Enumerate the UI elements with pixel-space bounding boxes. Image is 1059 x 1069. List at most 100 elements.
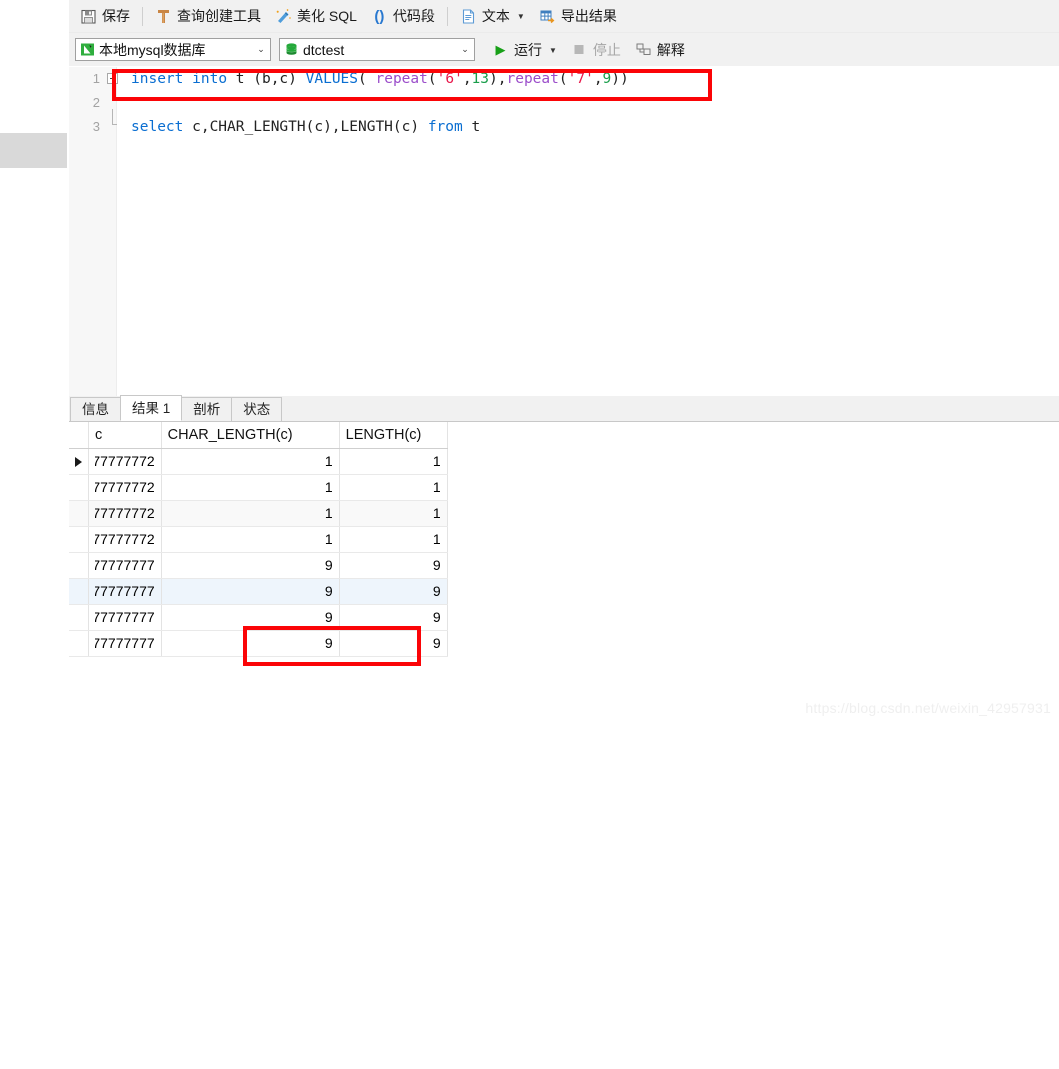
cell-c[interactable]: 777777777: [88, 630, 162, 657]
str-literal-7: '7': [567, 71, 594, 87]
cell-char-length[interactable]: 9: [161, 604, 340, 631]
column-header-c[interactable]: c: [88, 422, 162, 449]
code-snippet-button[interactable]: () 代码段: [364, 4, 442, 29]
left-rail-block: [0, 133, 67, 168]
cell-c[interactable]: 777777777: [88, 604, 162, 631]
chevron-down-icon[interactable]: ⌄: [456, 45, 474, 55]
row-marker: [69, 526, 89, 553]
schema-select[interactable]: dtctest ⌄: [279, 38, 475, 61]
cell-length[interactable]: 9: [339, 630, 448, 657]
query-builder-label: 查询创建工具: [177, 8, 261, 24]
cell-c[interactable]: 77777777772: [88, 500, 162, 527]
code-line-1-text: insert into t (b,c) VALUES( repeat('6',1…: [131, 71, 629, 87]
from-table: t: [462, 119, 481, 135]
table-row[interactable]: 777777777 9 9: [69, 578, 448, 605]
code-line-2: 2: [69, 91, 1059, 125]
cell-length[interactable]: 1: [339, 526, 448, 553]
num-9: 9: [602, 71, 612, 87]
explain-label: 解释: [656, 41, 685, 58]
schema-value: dtctest: [303, 41, 345, 58]
table-row[interactable]: 77777777772 1 1: [69, 500, 448, 527]
beautify-icon: [275, 8, 292, 25]
table-ref: t (b,c): [227, 71, 306, 87]
sql-editor[interactable]: 1 insert into t (b,c) VALUES( repeat('6'…: [69, 66, 1059, 397]
text-button[interactable]: 文本 ▼: [453, 4, 532, 29]
cell-length[interactable]: 9: [339, 552, 448, 579]
code-line-3: 3 select c,CHAR_LENGTH(c),LENGTH(c) from…: [69, 115, 1059, 139]
toolbar-separator-2: [446, 6, 448, 26]
save-button[interactable]: 保存: [73, 4, 137, 29]
stop-label: 停止: [592, 41, 621, 58]
chevron-down-icon[interactable]: ▼: [549, 46, 557, 55]
current-row-icon: [75, 457, 82, 468]
cell-char-length[interactable]: 1: [161, 448, 340, 475]
editor-code-area[interactable]: 1 insert into t (b,c) VALUES( repeat('6'…: [69, 67, 1059, 397]
cell-length[interactable]: 9: [339, 578, 448, 605]
table-row[interactable]: 77777777772 1 1: [69, 474, 448, 501]
cell-char-length[interactable]: 1: [161, 500, 340, 527]
str-literal-6: '6': [436, 71, 463, 87]
cell-c[interactable]: 777777777: [88, 578, 162, 605]
results-tabstrip: 信息 结果 1 剖析 状态: [69, 395, 1059, 422]
table-row[interactable]: 77777777772 1 1: [69, 526, 448, 553]
column-header-length[interactable]: LENGTH(c): [339, 422, 448, 449]
cell-c[interactable]: 777777777: [88, 552, 162, 579]
line-number: 2: [92, 95, 100, 110]
tab-info[interactable]: 信息: [70, 397, 121, 421]
beautify-sql-label: 美化 SQL: [297, 8, 357, 24]
kw-select: select: [131, 119, 184, 135]
explain-button[interactable]: 解释: [628, 37, 692, 62]
cell-length[interactable]: 1: [339, 500, 448, 527]
table-body: 77777777772 1 1 77777777772 1 1 77777777…: [69, 448, 448, 657]
fn-repeat-2: repeat: [506, 71, 559, 87]
chevron-down-icon[interactable]: ⌄: [252, 45, 270, 55]
results-table: c CHAR_LENGTH(c) LENGTH(c) 77777777772 1…: [69, 422, 448, 657]
left-rail: [0, 0, 70, 730]
cell-char-length[interactable]: 9: [161, 552, 340, 579]
code-fold-toggle[interactable]: [107, 73, 118, 84]
row-marker: [69, 604, 89, 631]
row-marker-current: [69, 448, 89, 475]
code-snippet-label: 代码段: [392, 8, 435, 24]
code-line-3-text: select c,CHAR_LENGTH(c),LENGTH(c) from t: [131, 115, 480, 139]
cell-length[interactable]: 1: [339, 448, 448, 475]
table-row[interactable]: 777777777 9 9: [69, 552, 448, 579]
fn-repeat-1: repeat: [375, 71, 428, 87]
text-label: 文本: [481, 8, 510, 24]
sql-editor-app: 保存 查询创建工具 美化 SQL () 代码段 文本 ▼ 导出结果 本地mysq…: [69, 0, 1059, 1069]
table-row[interactable]: 777777777 9 9: [69, 630, 448, 657]
num-13: 13: [471, 71, 490, 87]
connection-icon: [80, 42, 95, 57]
cell-char-length[interactable]: 1: [161, 526, 340, 553]
tab-profile[interactable]: 剖析: [181, 397, 233, 421]
row-marker: [69, 500, 89, 527]
table-row[interactable]: 77777777772 1 1: [69, 448, 448, 475]
save-icon: [80, 8, 97, 25]
cell-length[interactable]: 1: [339, 474, 448, 501]
run-label: 运行: [514, 41, 542, 58]
table-row[interactable]: 777777777 9 9: [69, 604, 448, 631]
tab-result-1[interactable]: 结果 1: [120, 395, 183, 421]
chevron-down-icon[interactable]: ▼: [517, 13, 525, 21]
tab-status[interactable]: 状态: [231, 397, 283, 421]
main-toolbar: 保存 查询创建工具 美化 SQL () 代码段 文本 ▼ 导出结果: [69, 0, 1059, 33]
code-line-1: 1 insert into t (b,c) VALUES( repeat('6'…: [69, 67, 1059, 91]
cell-c[interactable]: 77777777772: [88, 474, 162, 501]
query-builder-button[interactable]: 查询创建工具: [148, 4, 268, 29]
results-grid[interactable]: c CHAR_LENGTH(c) LENGTH(c) 77777777772 1…: [69, 422, 1059, 657]
run-button[interactable]: ▶ 运行 ▼: [485, 37, 564, 62]
cell-char-length[interactable]: 9: [161, 630, 340, 657]
cell-c[interactable]: 77777777772: [88, 526, 162, 553]
kw-values: VALUES: [305, 71, 359, 87]
column-header-char-length[interactable]: CHAR_LENGTH(c): [161, 422, 340, 449]
line-number: 3: [92, 119, 100, 134]
export-result-button[interactable]: 导出结果: [532, 4, 624, 29]
beautify-sql-button[interactable]: 美化 SQL: [268, 4, 364, 29]
save-label: 保存: [102, 8, 130, 24]
cell-c[interactable]: 77777777772: [88, 448, 162, 475]
cell-char-length[interactable]: 1: [161, 474, 340, 501]
connection-select[interactable]: 本地mysql数据库 ⌄: [75, 38, 271, 61]
cell-length[interactable]: 9: [339, 604, 448, 631]
cell-char-length[interactable]: 9: [161, 578, 340, 605]
stop-button[interactable]: 停止: [564, 37, 628, 62]
